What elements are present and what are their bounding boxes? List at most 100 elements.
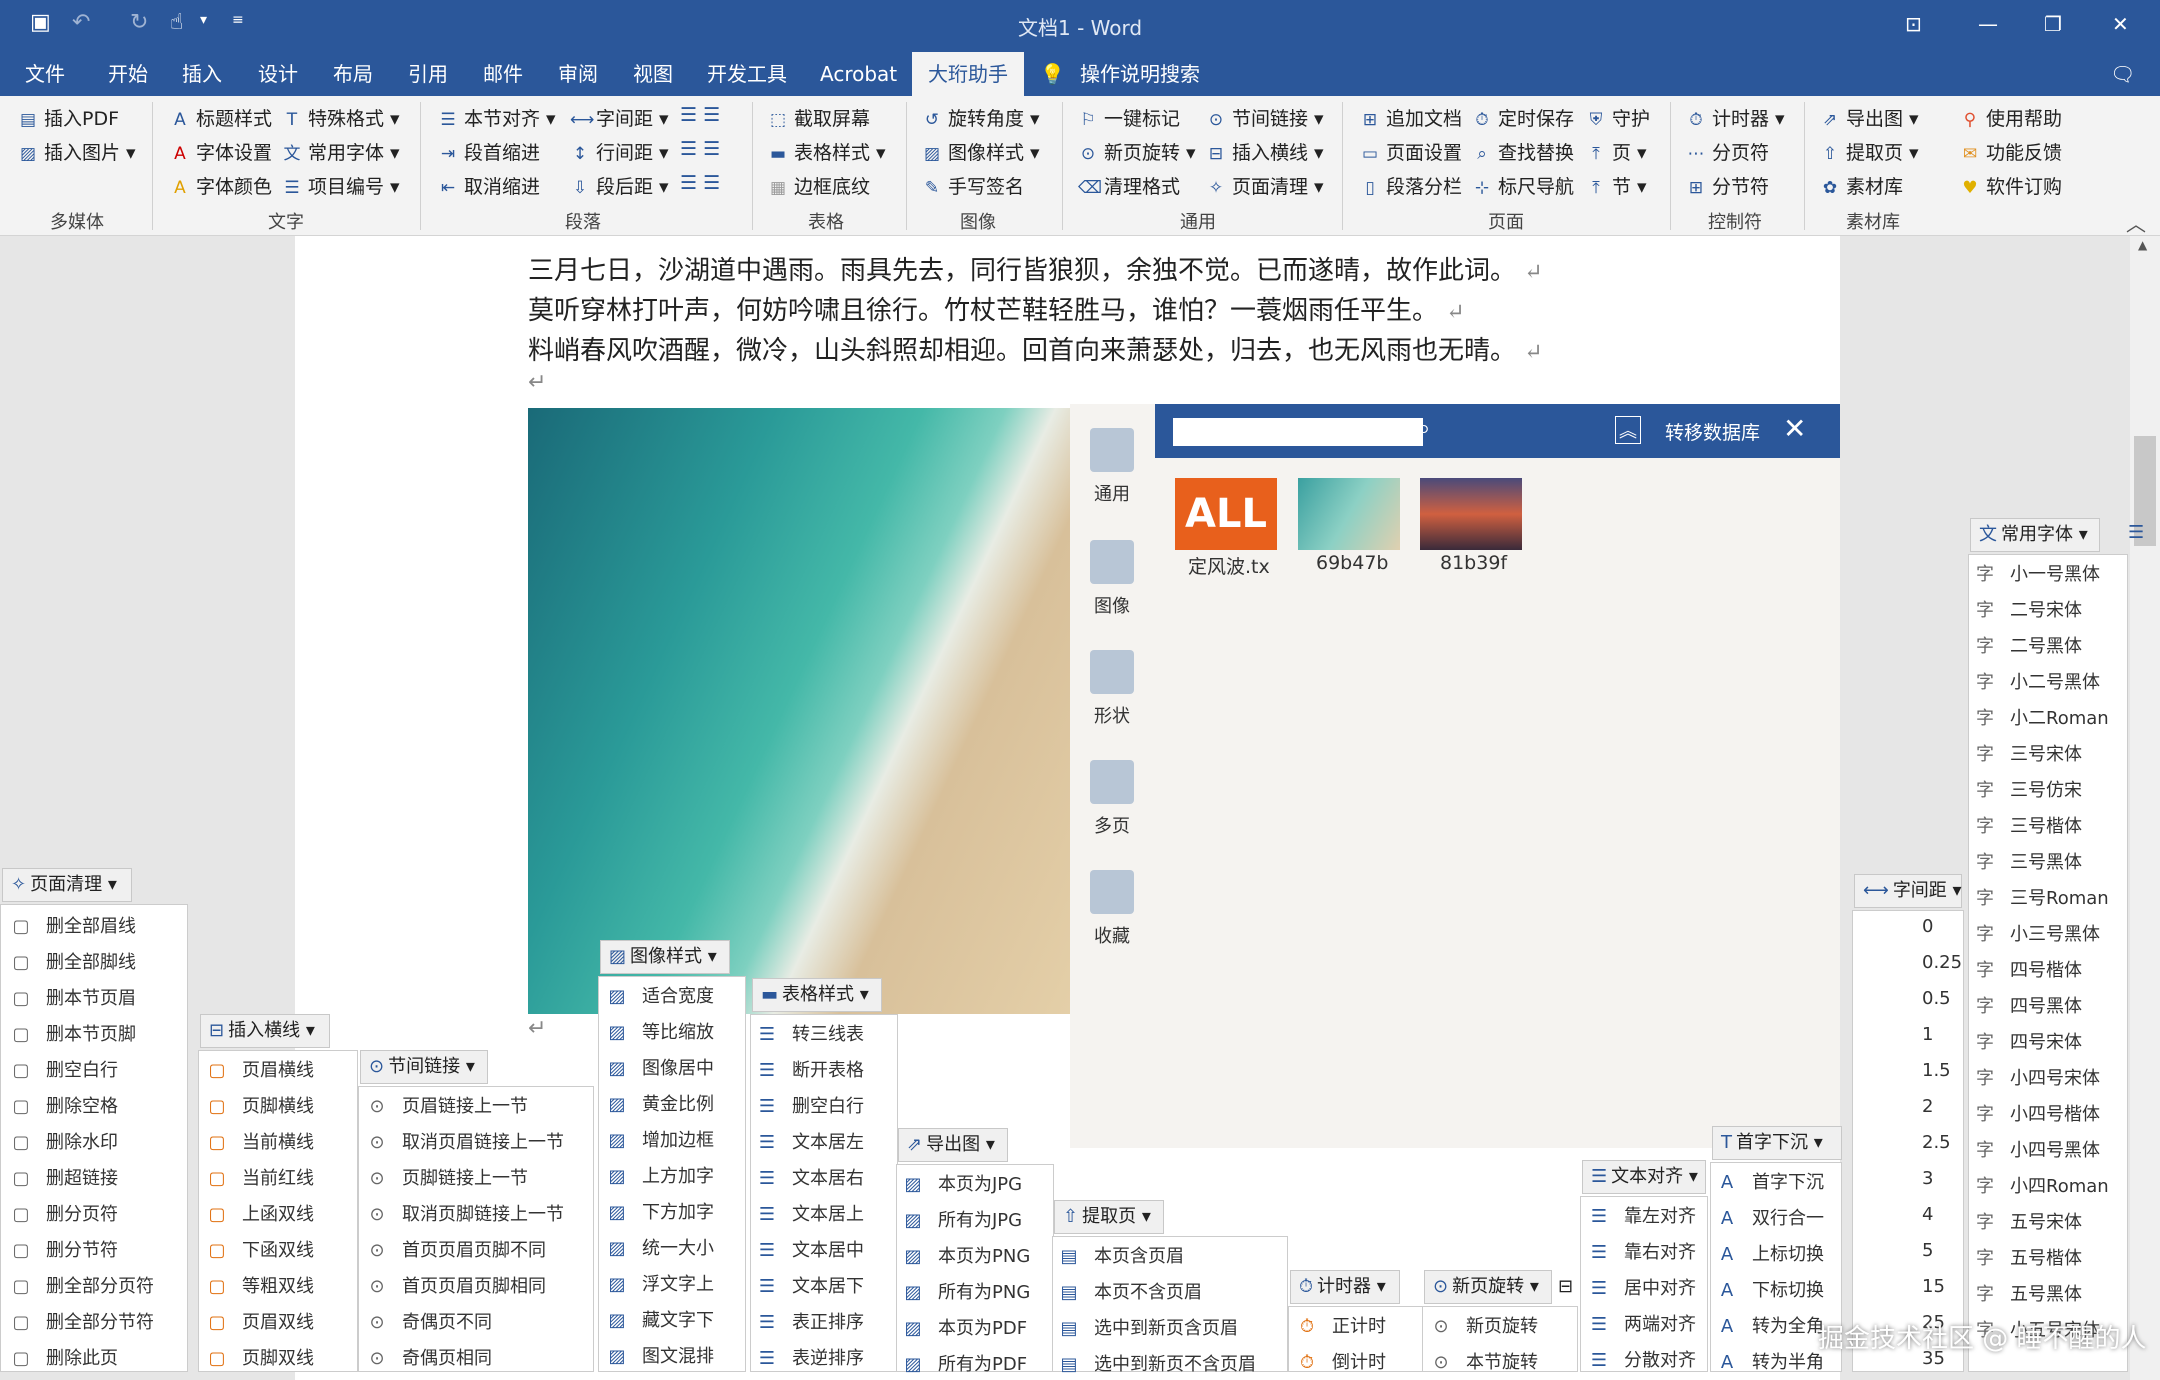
signature-button[interactable]: ✎ 手写签名 [922, 172, 1024, 199]
tab-review[interactable]: 审阅 [558, 52, 598, 96]
help-button[interactable]: ⚲ 使用帮助 [1960, 104, 2062, 131]
restore-icon[interactable]: ❐ [2044, 12, 2062, 36]
text-align-item[interactable]: ☰ 靠左对齐 [1588, 1202, 1696, 1228]
category-favorites[interactable]: 收藏 [1090, 870, 1134, 948]
search-icon[interactable]: ⌕ [1417, 414, 1430, 442]
feedback-button[interactable]: ✉ 功能反馈 [1960, 138, 2062, 165]
page-clean-item[interactable]: ▢ 删除水印 [10, 1128, 118, 1154]
char-spacing-item[interactable]: 0 [1886, 916, 1933, 937]
table-style-item[interactable]: ☰ 表正排序 [756, 1308, 864, 1334]
section-break-button[interactable]: ⊞ 分节符 [1686, 172, 1769, 199]
common-fonts-item[interactable]: 字小二号黑体 [1974, 668, 2100, 694]
common-fonts-item[interactable]: 字小一号黑体 [1974, 560, 2100, 586]
font-settings-button[interactable]: A 字体设置 [170, 138, 272, 165]
table-style-item[interactable]: ☰ 表逆排序 [756, 1344, 864, 1370]
page-clean-item[interactable]: ▢ 删除空格 [10, 1092, 118, 1118]
common-fonts-item[interactable]: 字四号宋体 [1974, 1028, 2082, 1054]
numbering-button[interactable]: ☰ 项目编号 ▾ [282, 172, 399, 199]
paragraph-columns-button[interactable]: ▯ 段落分栏 [1360, 172, 1462, 199]
export-image-item[interactable]: ▨ 本页为PNG [902, 1242, 1030, 1268]
text-align-menu-header[interactable]: ☰ 文本对齐 ▾ [1582, 1160, 1706, 1194]
section-link-item[interactable]: ⊙ 取消页眉链接上一节 [366, 1128, 564, 1154]
hline-icon[interactable]: ⊟ [1558, 1276, 1573, 1297]
font-color-button[interactable]: A 字体颜色 [170, 172, 272, 199]
section-link-item[interactable]: ⊙ 首页页眉页脚相同 [366, 1272, 546, 1298]
insert-line-item[interactable]: ▢ 当前横线 [206, 1128, 314, 1154]
first-indent-item[interactable]: A 转为半角 [1716, 1348, 1824, 1374]
first-indent-item[interactable]: A 首字下沉 [1716, 1168, 1824, 1194]
page-clean-item[interactable]: ▢ 删分节符 [10, 1236, 118, 1262]
common-fonts-item[interactable]: 字五号楷体 [1974, 1244, 2082, 1270]
image-style-menu-header[interactable]: ▨ 图像样式 ▾ [600, 940, 730, 974]
new-page-rotate-button[interactable]: ⊙ 新页旋转 ▾ [1078, 138, 1196, 165]
save-icon[interactable]: ▣ [30, 10, 51, 35]
extract-page-item[interactable]: ▤ 本页不含页眉 [1058, 1278, 1202, 1304]
page-break-button[interactable]: ⋯ 分页符 [1686, 138, 1770, 165]
char-spacing-item[interactable]: 1 [1886, 1024, 1933, 1045]
common-fonts-item[interactable]: 字小三号黑体 [1974, 920, 2100, 946]
insert-line-menu-header[interactable]: ⊟ 插入横线 ▾ [200, 1014, 330, 1048]
export-image-item[interactable]: ▨ 所有为JPG [902, 1206, 1022, 1232]
image-style-item[interactable]: ▨ 统一大小 [606, 1234, 714, 1260]
tab-design[interactable]: 设计 [258, 52, 298, 96]
common-fonts-item[interactable]: 字小四Roman [1974, 1172, 2109, 1198]
insert-line-item[interactable]: ▢ 页眉横线 [206, 1056, 314, 1082]
page-clean-item[interactable]: ▢ 删分页符 [10, 1200, 118, 1226]
export-image-menu-header[interactable]: ⇗ 导出图 ▾ [898, 1128, 1008, 1162]
image-style-item[interactable]: ▨ 下方加字 [606, 1198, 714, 1224]
extract-page-item[interactable]: ▤ 选中到新页含页眉 [1058, 1314, 1238, 1340]
image-style-item[interactable]: ▨ 等比缩放 [606, 1018, 714, 1044]
find-replace-button[interactable]: ⌕ 查找替换 [1472, 138, 1574, 165]
thumb-81b39f[interactable] [1420, 478, 1522, 550]
image-style-item[interactable]: ▨ 浮文字上 [606, 1270, 714, 1296]
section-link-menu-header[interactable]: ⊙ 节间链接 ▾ [360, 1050, 488, 1084]
append-doc-button[interactable]: ⊞ 追加文档 [1360, 104, 1462, 131]
char-spacing-button[interactable]: ⟷字间距 ▾ [570, 104, 669, 131]
insert-line-item[interactable]: ▢ 下函双线 [206, 1236, 314, 1262]
common-fonts-item[interactable]: 字三号仿宋 [1974, 776, 2082, 802]
page-clean-item[interactable]: ▢ 删全部分页符 [10, 1272, 154, 1298]
space-after-button[interactable]: ⇩ 段后距 ▾ [570, 172, 669, 199]
heading-style-button[interactable]: A 标题样式 [170, 104, 272, 131]
common-fonts-item[interactable]: 字小二Roman [1974, 704, 2109, 730]
export-image-item[interactable]: ▨ 本页为JPG [902, 1170, 1022, 1196]
common-fonts-item[interactable]: 字三号黑体 [1974, 848, 2082, 874]
page-clean-item[interactable]: ▢ 删超链接 [10, 1164, 118, 1190]
category-multipage[interactable]: 多页 [1090, 760, 1134, 838]
text-align-item[interactable]: ☰ 居中对齐 [1588, 1274, 1696, 1300]
beach-image[interactable] [528, 408, 1070, 1014]
category-image[interactable]: 图像 [1090, 540, 1134, 618]
char-spacing-item[interactable]: 5 [1886, 1240, 1933, 1261]
image-style-item[interactable]: ▨ 图像居中 [606, 1054, 714, 1080]
export-image-item[interactable]: ▨ 所有为PDF [902, 1350, 1027, 1376]
redo-icon[interactable]: ↻ [130, 10, 148, 35]
insert-line-item[interactable]: ▢ 上函双线 [206, 1200, 314, 1226]
insert-line-item[interactable]: ▢ 页脚横线 [206, 1092, 314, 1118]
insert-line-item[interactable]: ▢ 当前红线 [206, 1164, 314, 1190]
table-style-item[interactable]: ☰ 断开表格 [756, 1056, 864, 1082]
timer-item[interactable]: ⏱ 正计时 [1296, 1312, 1386, 1338]
section-link-button[interactable]: ⊙ 节间链接 ▾ [1206, 104, 1324, 131]
tab-layout[interactable]: 布局 [333, 52, 373, 96]
table-style-menu-header[interactable]: ▬ 表格样式 ▾ [752, 978, 882, 1012]
page-clean-item[interactable]: ▢ 删全部分节符 [10, 1308, 154, 1334]
line-spacing-button[interactable]: ↕ 行间距 ▾ [570, 138, 669, 165]
first-indent-item[interactable]: A 转为全角 [1716, 1312, 1824, 1338]
tab-view[interactable]: 视图 [633, 52, 673, 96]
timed-save-button[interactable]: ⏱ 定时保存 [1472, 104, 1574, 131]
tab-home[interactable]: 开始 [108, 52, 148, 96]
common-fonts-item[interactable]: 字小四号宋体 [1974, 1064, 2100, 1090]
comments-icon[interactable]: 🗨 [2110, 52, 2135, 96]
char-spacing-item[interactable]: 3 [1886, 1168, 1933, 1189]
char-spacing-item[interactable]: 0.5 [1886, 988, 1951, 1009]
category-general[interactable]: 通用 [1090, 428, 1134, 506]
common-fonts-item[interactable]: 字三号楷体 [1974, 812, 2082, 838]
extract-page-button[interactable]: ⇧ 提取页 ▾ [1820, 138, 1919, 165]
first-indent-button[interactable]: ⇥ 段首缩进 [438, 138, 540, 165]
image-style-item[interactable]: ▨ 适合宽度 [606, 982, 714, 1008]
timer-menu-header[interactable]: ⏱ 计时器 ▾ [1290, 1270, 1400, 1304]
table-style-item[interactable]: ☰ 文本居左 [756, 1128, 864, 1154]
table-style-item[interactable]: ☰ 文本居右 [756, 1164, 864, 1190]
table-style-item[interactable]: ☰ 删空白行 [756, 1092, 864, 1118]
page-clean-item[interactable]: ▢ 删本节页脚 [10, 1020, 136, 1046]
